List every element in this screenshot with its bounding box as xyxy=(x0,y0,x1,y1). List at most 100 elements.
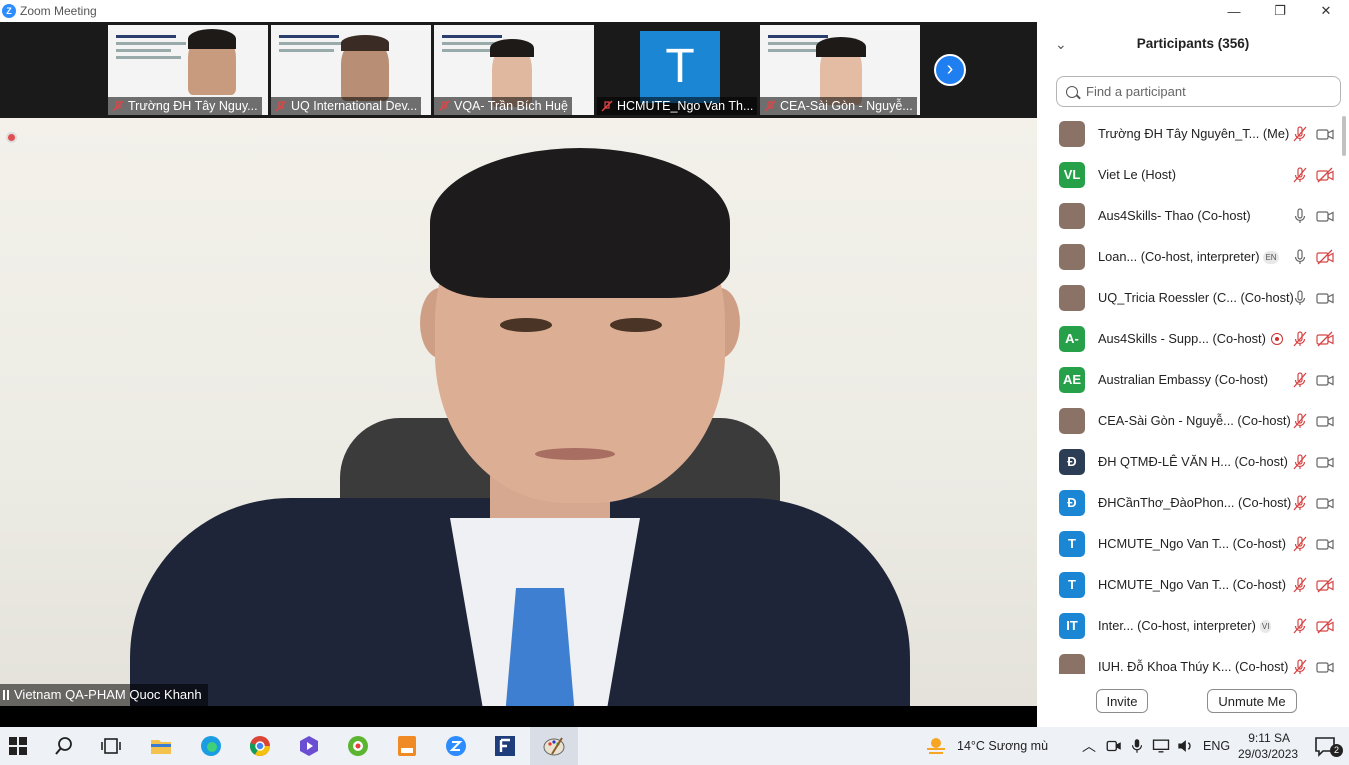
participant-role: (Co-host) xyxy=(1233,413,1291,428)
participant-row[interactable]: CEA-Sài Gòn - Nguyễ... (Co-host) xyxy=(1037,401,1349,442)
next-page-button[interactable]: › xyxy=(934,54,966,86)
chrome-browser-icon[interactable] xyxy=(248,734,272,758)
muted-mic-icon[interactable] xyxy=(1291,372,1309,388)
video-camera-icon[interactable] xyxy=(1316,208,1334,224)
unmute-me-button[interactable]: Unmute Me xyxy=(1207,689,1297,713)
participant-row[interactable]: AE Australian Embassy (Co-host) xyxy=(1037,360,1349,401)
foxit-app-icon[interactable] xyxy=(493,734,517,758)
microphone-icon[interactable] xyxy=(1128,734,1146,758)
muted-mic-icon[interactable] xyxy=(1291,331,1309,347)
video-thumb[interactable]: CEA-Sài Gòn - Nguyễ... xyxy=(760,25,920,115)
participant-row[interactable]: A- Aus4Skills - Supp... (Co-host) xyxy=(1037,319,1349,360)
search-icon xyxy=(1066,85,1078,98)
avatar: Đ xyxy=(1059,449,1085,475)
muted-mic-icon[interactable] xyxy=(1291,413,1309,429)
minimize-button[interactable]: — xyxy=(1211,4,1257,19)
video-thumb[interactable]: VQA- Trần Bích Huệ xyxy=(434,25,594,115)
file-explorer-icon[interactable] xyxy=(149,734,173,758)
video-off-icon[interactable] xyxy=(1316,577,1334,593)
video-thumb[interactable]: T HCMUTE_Ngo Van Th... xyxy=(597,25,757,115)
participant-role: (Co-host) xyxy=(1230,454,1288,469)
close-button[interactable]: ✕ xyxy=(1303,3,1349,19)
video-thumb[interactable]: UQ International Dev... xyxy=(271,25,431,115)
participant-row[interactable]: UQ_Tricia Roessler (C... (Co-host) xyxy=(1037,278,1349,319)
participant-row[interactable]: Trường ĐH Tây Nguyên_T... (Me) xyxy=(1037,114,1349,155)
video-off-icon[interactable] xyxy=(1316,331,1334,347)
weather-text[interactable]: 14°C Sương mù xyxy=(957,739,1048,753)
muted-mic-icon[interactable] xyxy=(1291,618,1309,634)
video-camera-icon[interactable] xyxy=(1316,495,1334,511)
participant-row[interactable]: Loan... (Co-host, interpreter) EN xyxy=(1037,237,1349,278)
paint-app-icon[interactable] xyxy=(542,734,566,758)
video-camera-icon[interactable] xyxy=(1316,536,1334,552)
video-off-icon[interactable] xyxy=(1316,249,1334,265)
video-camera-icon[interactable] xyxy=(1316,372,1334,388)
pdf-app-icon[interactable] xyxy=(395,734,419,758)
chevron-up-icon[interactable]: ︿ xyxy=(1082,736,1096,756)
green-app-icon[interactable] xyxy=(346,734,370,758)
participant-row[interactable]: IUH. Đỗ Khoa Thúy K... (Co-host) xyxy=(1037,647,1349,674)
avatar: AE xyxy=(1059,367,1085,393)
media-app-icon[interactable] xyxy=(297,734,321,758)
participant-row[interactable]: IT Inter... (Co-host, interpreter) VI xyxy=(1037,606,1349,647)
participant-display-name: Australian Embassy xyxy=(1098,372,1212,387)
avatar: Đ xyxy=(1059,490,1085,516)
muted-mic-icon[interactable] xyxy=(1291,454,1309,470)
mic-icon[interactable] xyxy=(1291,249,1309,265)
participant-row[interactable]: VL Viet Le (Host) xyxy=(1037,155,1349,196)
participant-role: (Co-host) xyxy=(1193,208,1251,223)
video-camera-icon[interactable] xyxy=(1316,413,1334,429)
participant-row[interactable]: Aus4Skills- Thao (Co-host) xyxy=(1037,196,1349,237)
video-off-icon[interactable] xyxy=(1316,618,1334,634)
weather-icon[interactable] xyxy=(924,734,948,758)
speaker-mouth xyxy=(535,448,615,460)
video-off-icon[interactable] xyxy=(1316,167,1334,183)
participant-search[interactable] xyxy=(1056,76,1341,107)
edge-browser-icon[interactable] xyxy=(199,734,223,758)
muted-mic-icon[interactable] xyxy=(1291,167,1309,183)
task-view-icon[interactable] xyxy=(99,734,123,758)
zoom-app-icon[interactable] xyxy=(444,734,468,758)
volume-icon[interactable] xyxy=(1175,734,1195,758)
participant-name: Loan... (Co-host, interpreter) EN xyxy=(1098,249,1279,265)
video-thumb[interactable]: Trường ĐH Tây Nguy... xyxy=(108,25,268,115)
muted-mic-icon[interactable] xyxy=(1291,577,1309,593)
participant-list[interactable]: Trường ĐH Tây Nguyên_T... (Me) VL Viet Le … xyxy=(1037,114,1349,674)
participant-row[interactable]: T HCMUTE_Ngo Van T... (Co-host) xyxy=(1037,524,1349,565)
participant-row[interactable]: Đ ĐHCầnThơ_ĐàoPhon... (Co-host) xyxy=(1037,483,1349,524)
mic-icon[interactable] xyxy=(1291,208,1309,224)
video-camera-icon[interactable] xyxy=(1316,290,1334,306)
language-indicator[interactable]: ENG xyxy=(1203,739,1230,753)
muted-mic-icon xyxy=(601,100,613,112)
search-input[interactable] xyxy=(1086,84,1326,99)
video-camera-icon[interactable] xyxy=(1316,126,1334,142)
taskbar-clock[interactable]: 9:11 SA 29/03/2023 xyxy=(1238,730,1298,762)
participant-name: Aus4Skills- Thao (Co-host) xyxy=(1098,208,1251,223)
avatar xyxy=(1059,654,1085,674)
participant-display-name: Loan... xyxy=(1098,249,1138,264)
muted-mic-icon[interactable] xyxy=(1291,495,1309,511)
recording-indicator-icon xyxy=(6,132,17,143)
participant-row[interactable]: T HCMUTE_Ngo Van T... (Co-host) xyxy=(1037,565,1349,606)
meeting-tray-icon[interactable] xyxy=(1105,734,1123,758)
window-controls: — ❐ ✕ xyxy=(1037,0,1349,22)
mic-icon[interactable] xyxy=(1291,290,1309,306)
avatar xyxy=(1059,121,1085,147)
participant-display-name: ĐHCầnThơ_ĐàoPhon... xyxy=(1098,495,1235,510)
participant-display-name: HCMUTE_Ngo Van T... xyxy=(1098,536,1230,551)
participant-display-name: CEA-Sài Gòn - Nguyễ... xyxy=(1098,413,1234,428)
video-camera-icon[interactable] xyxy=(1316,454,1334,470)
video-camera-icon[interactable] xyxy=(1316,659,1334,674)
invite-button[interactable]: Invite xyxy=(1096,689,1148,713)
title-bar: Z Zoom Meeting xyxy=(0,0,1037,22)
maximize-button[interactable]: ❐ xyxy=(1257,3,1303,19)
participant-row[interactable]: Đ ĐH QTMĐ-LÊ VĂN H... (Co-host) xyxy=(1037,442,1349,483)
muted-mic-icon[interactable] xyxy=(1291,536,1309,552)
muted-mic-icon[interactable] xyxy=(1291,126,1309,142)
network-icon[interactable] xyxy=(1151,734,1171,758)
language-badge: VI xyxy=(1259,620,1272,634)
search-icon[interactable] xyxy=(52,734,76,758)
muted-mic-icon[interactable] xyxy=(1291,659,1309,674)
windows-start-icon[interactable] xyxy=(6,734,30,758)
audio-level-icon xyxy=(3,690,9,700)
